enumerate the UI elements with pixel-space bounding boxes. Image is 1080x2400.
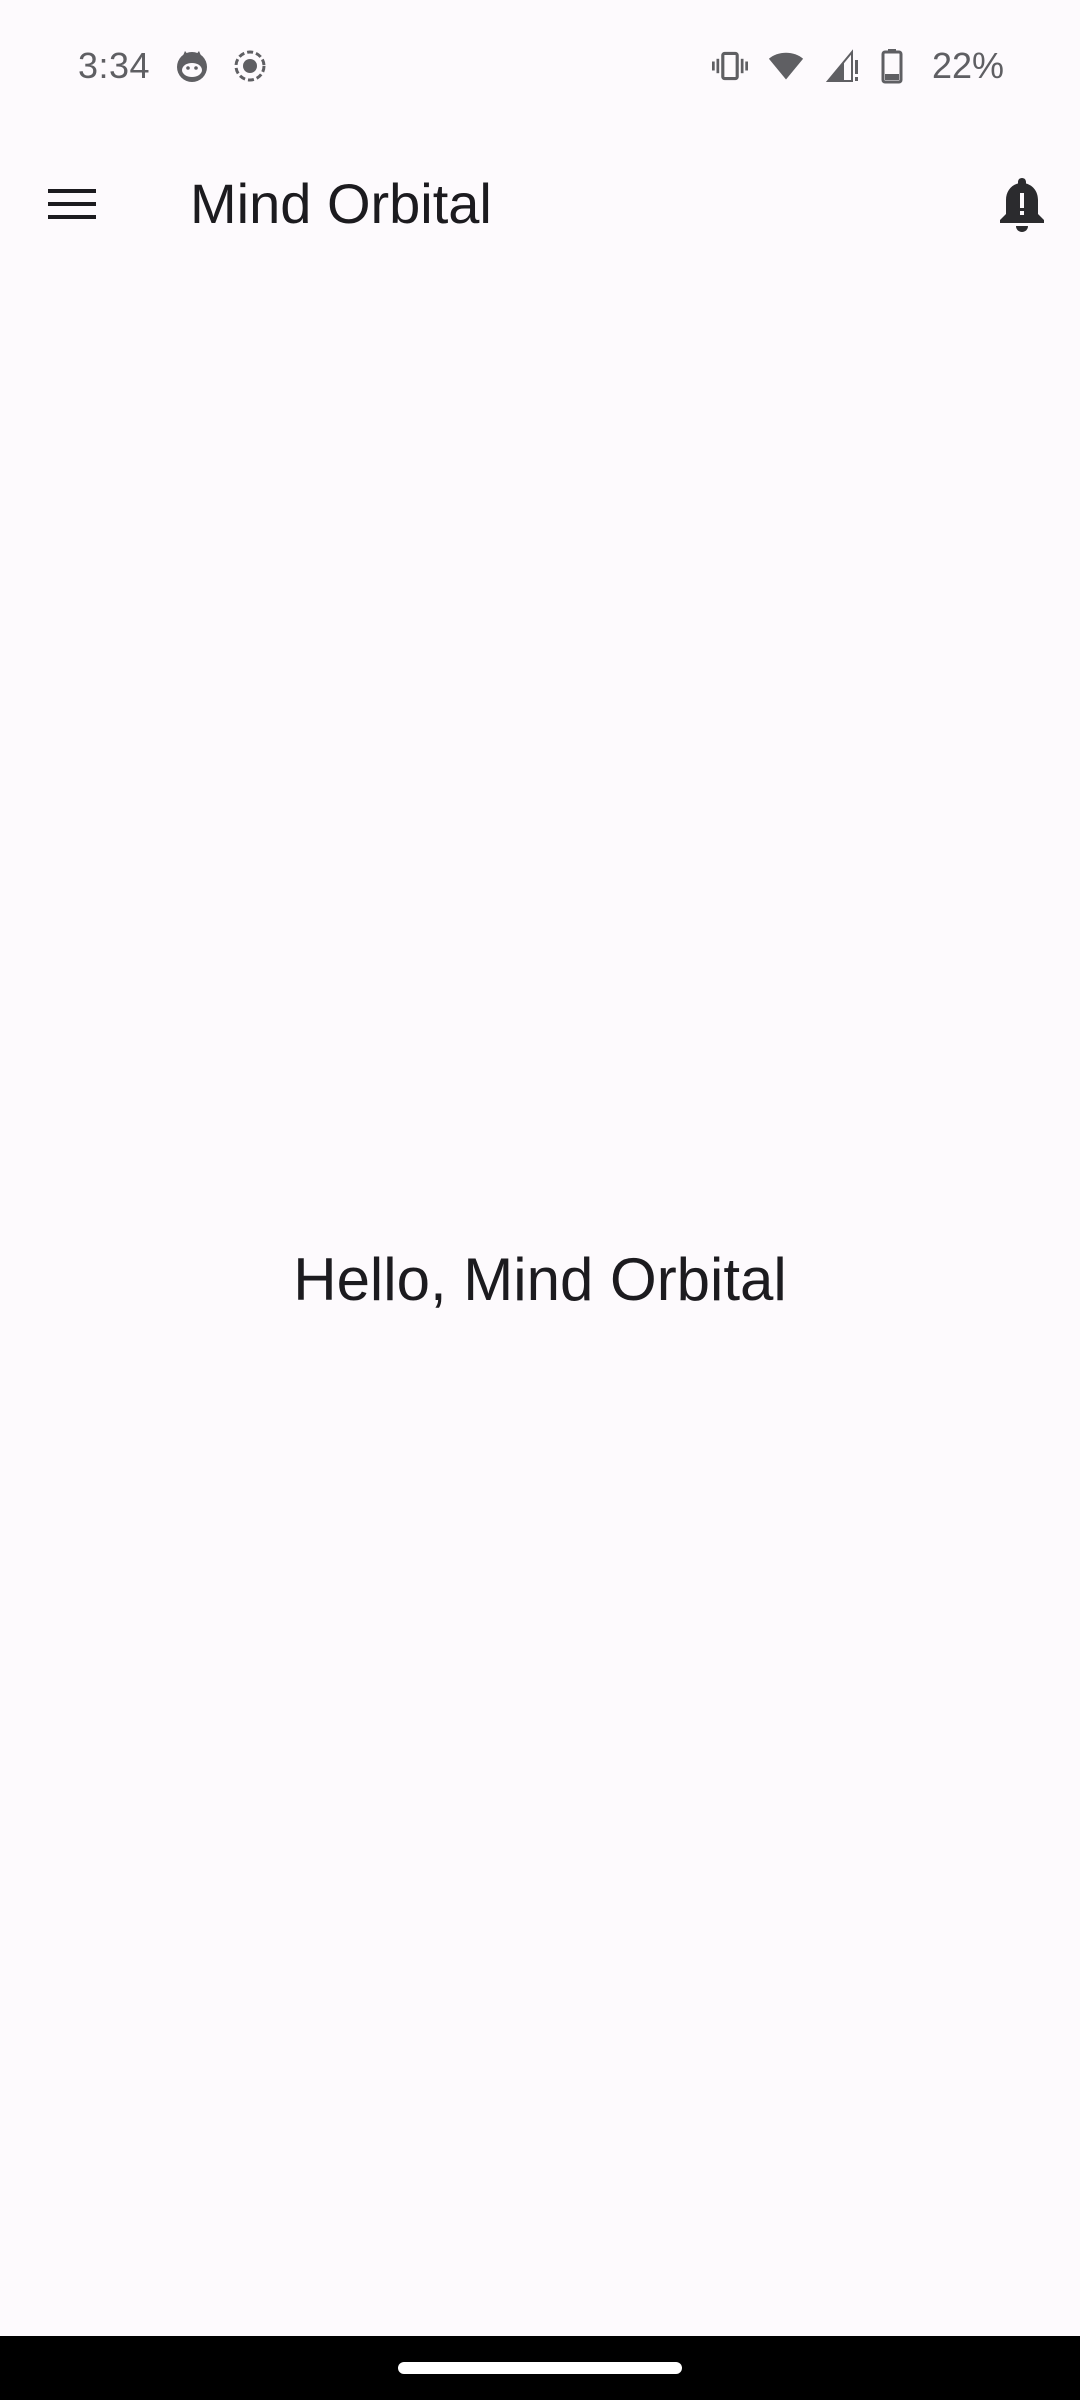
- screen-record-icon: [232, 48, 268, 84]
- app-title: Mind Orbital: [190, 172, 492, 235]
- cat-face-icon: [174, 48, 210, 84]
- notification-bell-icon: [998, 176, 1046, 232]
- notifications-button[interactable]: [974, 156, 1070, 252]
- wifi-icon: [768, 48, 804, 84]
- status-bar-left: 3:34: [78, 45, 290, 87]
- status-bar: 3:34 22%: [0, 0, 1080, 132]
- home-gesture-handle[interactable]: [398, 2362, 682, 2374]
- greeting-text: Hello, Mind Orbital: [293, 1246, 787, 1313]
- navigation-bar: [0, 2336, 1080, 2400]
- menu-button[interactable]: [24, 156, 120, 252]
- status-time: 3:34: [78, 45, 151, 86]
- status-bar-right: 22%: [702, 45, 1004, 87]
- cell-signal-icon: [824, 48, 860, 84]
- battery-percent: 22%: [931, 45, 1004, 86]
- app-screen: 3:34 22% Mind Orbital Hello, Mind Orbita…: [0, 0, 1080, 2400]
- hamburger-menu-icon: [48, 186, 96, 222]
- vibrate-icon: [711, 48, 748, 84]
- top-app-bar: Mind Orbital: [0, 132, 1080, 276]
- battery-icon: [880, 48, 916, 84]
